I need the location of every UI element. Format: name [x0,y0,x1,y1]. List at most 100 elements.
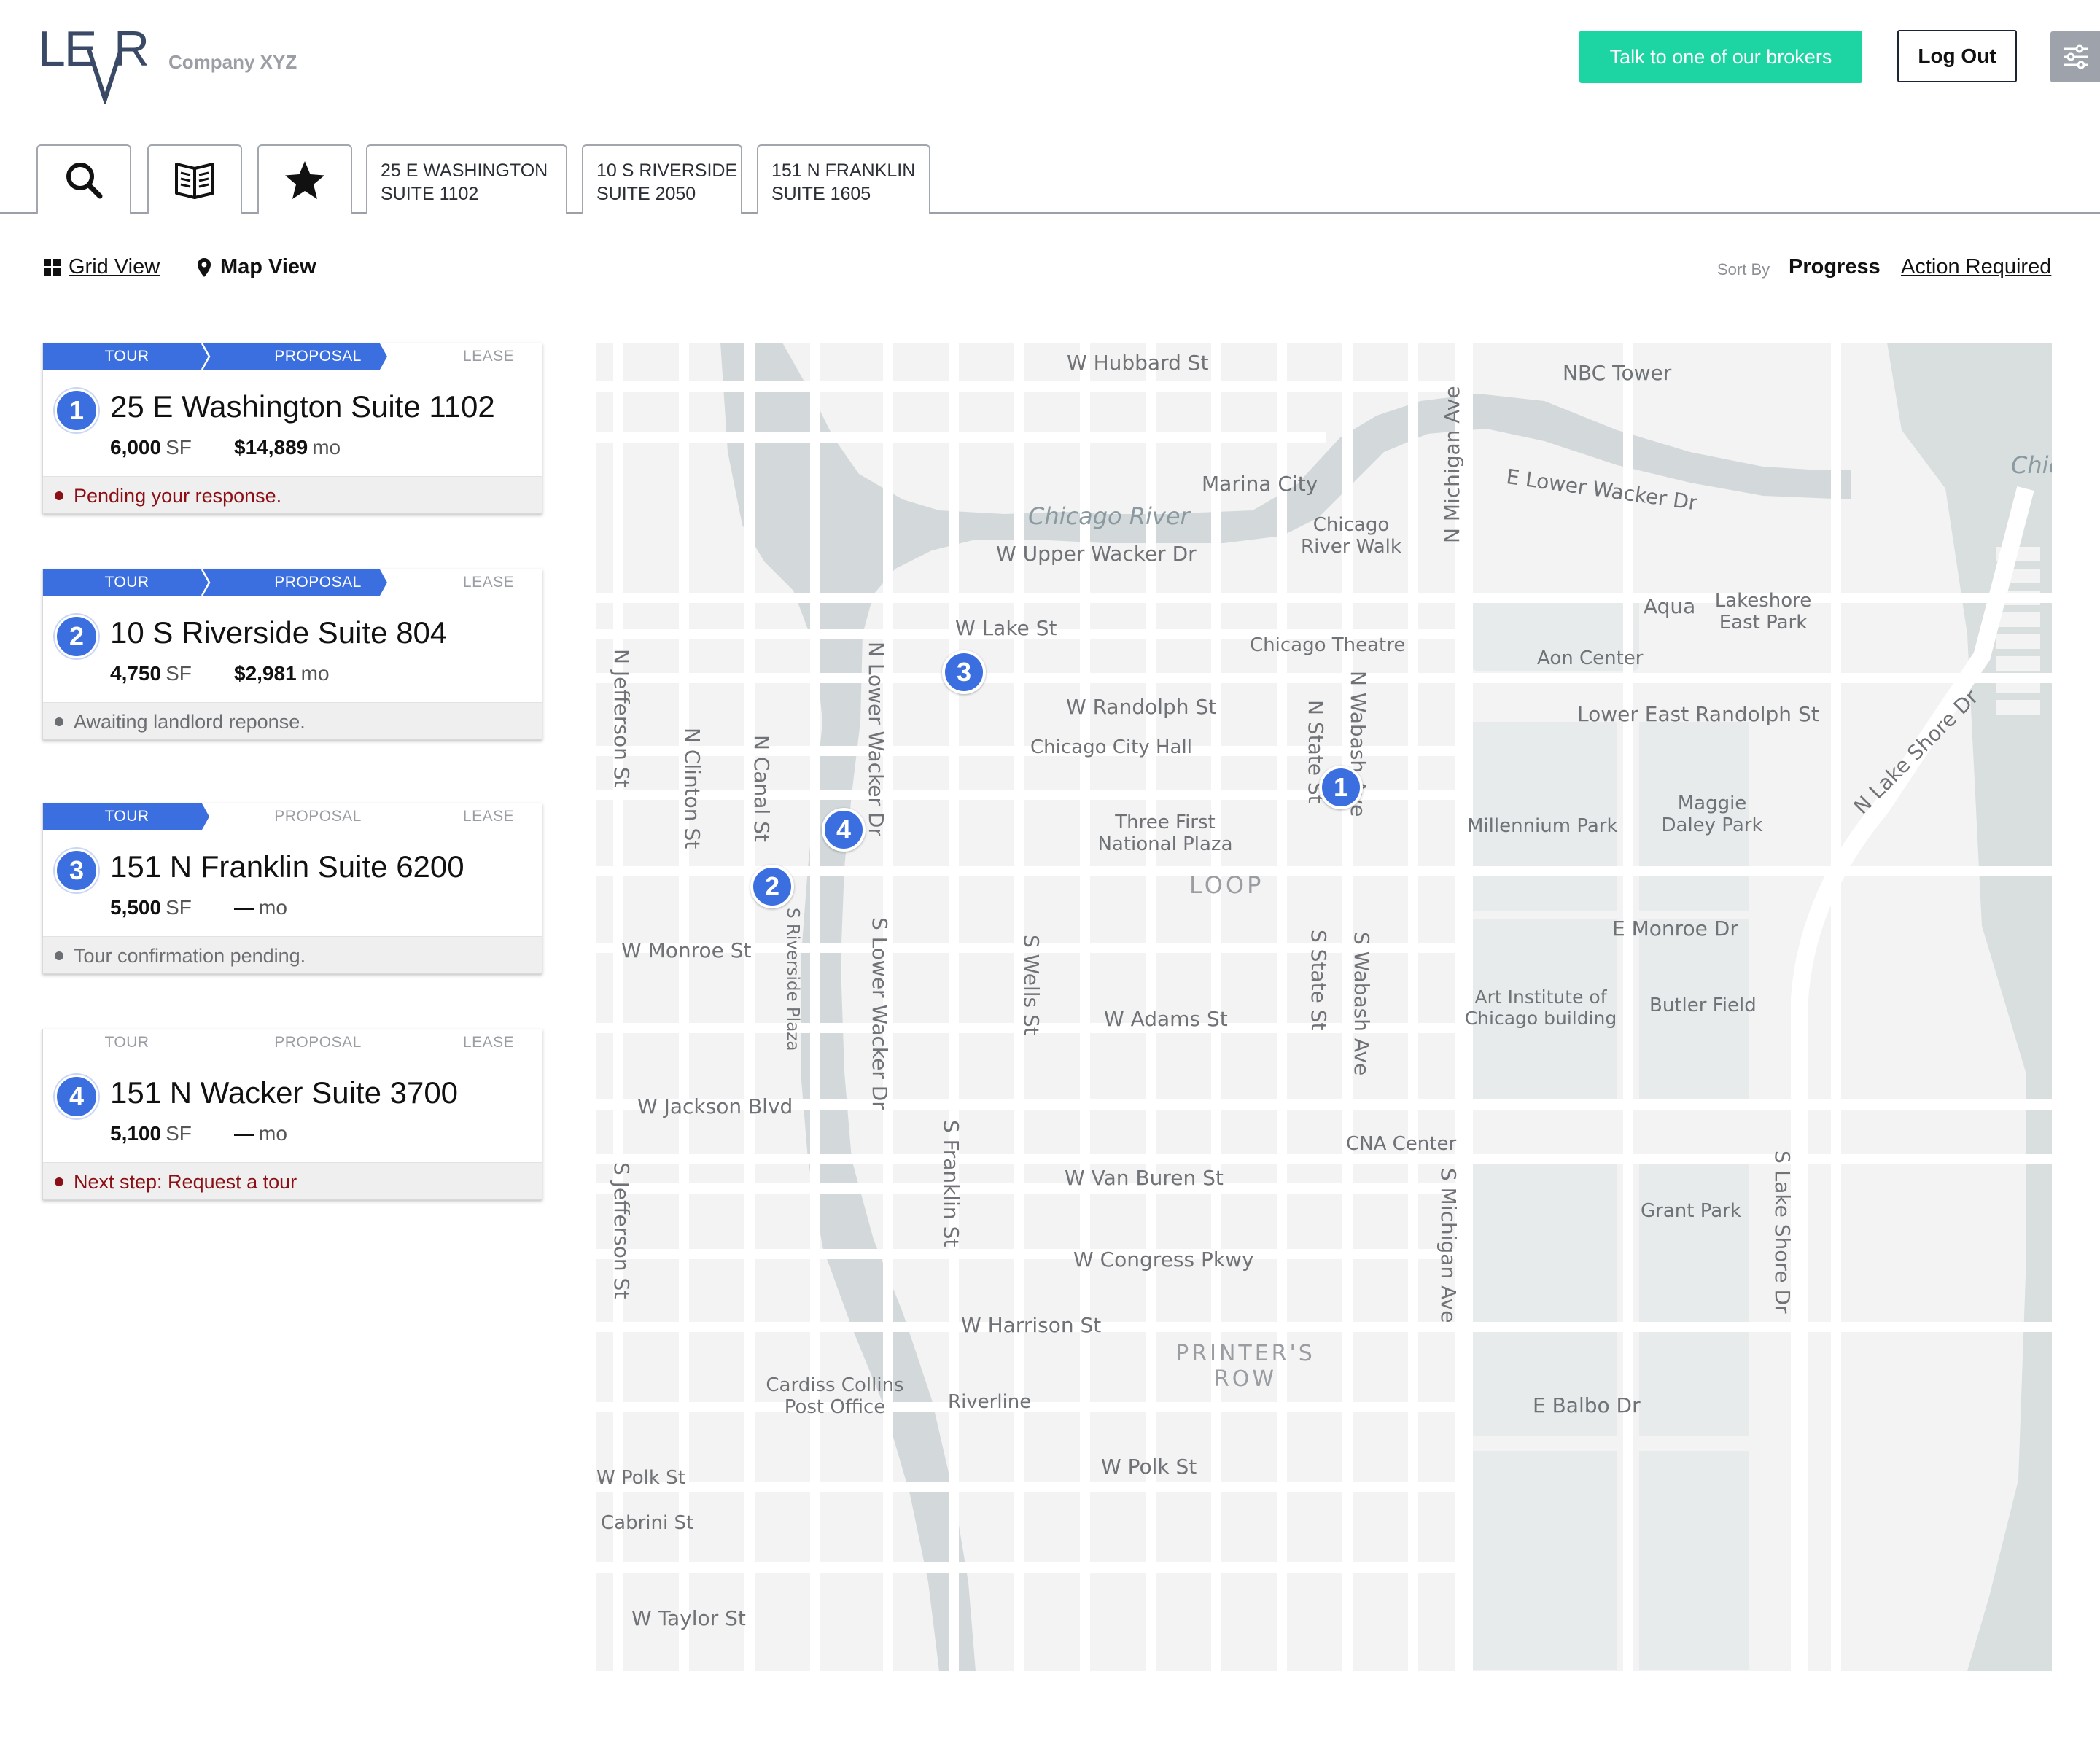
stage-label-proposal: PROPOSAL [274,574,362,591]
map-label: S Michigan Ave [1436,1168,1461,1323]
map-view-label: Map View [220,255,316,279]
tab-property-address: 10 S RIVERSIDE [596,160,738,181]
tab-favorites[interactable] [257,144,352,214]
tab-book[interactable] [147,144,242,214]
book-icon [175,162,214,199]
stage-label-lease: LEASE [462,348,515,365]
sliders-icon [2064,44,2088,69]
grid-view-toggle[interactable]: Grid View [44,255,160,279]
map-label: W Jackson Blvd [637,1094,793,1118]
tab-property-10-s-riverside[interactable]: 10 S RIVERSIDE SUITE 2050 [582,144,742,214]
property-rent-unit: mo [312,436,341,459]
map-view-toggle[interactable]: Map View [197,255,316,279]
search-icon [66,162,103,198]
log-out-button[interactable]: Log Out [1897,30,2017,82]
property-area: 5,100 SF [110,1122,192,1145]
map-label: CNA Center [1346,1133,1457,1155]
map-label: Cardiss Collins Post Office [766,1374,904,1418]
tab-property-suite: SUITE 1102 [381,184,479,204]
tab-property-address: 25 E WASHINGTON [381,160,548,181]
map-label: Butler Field [1649,994,1757,1016]
progress-stepper: TOUR PROPOSAL LEASE [43,1029,542,1056]
stage-label-tour: TOUR [104,348,149,365]
property-status-text: Tour confirmation pending. [74,945,306,967]
property-card[interactable]: TOUR PROPOSAL LEASE 3 151 N Franklin Suite… [42,803,542,974]
map-pin-1[interactable]: 1 [1319,766,1363,809]
property-status-bar: Next step: Request a tour [43,1162,542,1199]
property-status-text: Next step: Request a tour [74,1171,298,1193]
map-label: Three First National Plaza [1097,811,1233,855]
map-label: W Polk St [1101,1455,1197,1479]
map-label: N Lower Wacker Dr [864,642,888,836]
talk-to-broker-button[interactable]: Talk to one of our brokers [1579,31,1862,83]
map-label: S Jefferson St [610,1162,634,1299]
property-status-bar: Pending your response. [43,476,542,513]
company-name: Company XYZ [168,51,298,73]
tab-property-25-e-washington[interactable]: 25 E WASHINGTON SUITE 1102 [366,144,567,214]
property-card[interactable]: TOUR PROPOSAL LEASE 1 25 E Washington Suit… [42,343,542,514]
map[interactable]: W Hubbard St NBC Tower Chic N Michigan A… [596,343,2052,1671]
map-pin-2[interactable]: 2 [750,865,794,908]
map-label: S Wabash Ave [1350,932,1374,1076]
sort-by-label: Sort By [1717,260,1770,279]
property-rent-unit: mo [259,896,287,919]
property-number-badge: 1 [55,389,98,432]
sort-progress-option[interactable]: Progress [1789,255,1881,279]
stage-label-lease: LEASE [462,1034,515,1051]
map-label: Lakeshore East Park [1714,590,1812,634]
map-label: N Jefferson St [610,649,634,788]
stage-label-proposal: PROPOSAL [274,348,362,365]
map-label: W Taylor St [631,1606,746,1630]
property-area-unit: SF [166,1122,192,1145]
map-label: Aqua [1644,594,1696,618]
property-status-bar: Tour confirmation pending. [43,936,542,973]
map-label: S Wells St [1019,935,1043,1035]
property-title: 10 S Riverside Suite 804 [110,615,448,650]
property-status-text: Awaiting landlord reponse. [74,711,306,733]
property-area-unit: SF [166,896,192,919]
map-label: W Randolph St [1066,695,1217,719]
property-rent: $14,889 mo [234,436,341,459]
map-label: W Congress Pkwy [1073,1247,1254,1272]
stage-label-lease: LEASE [462,808,515,825]
map-label: S Riverside Plaza [783,908,802,1051]
map-pin-icon [198,257,211,277]
map-label: Chicago River Walk [1301,514,1401,558]
map-pin-4[interactable]: 4 [822,808,866,852]
levr-logo[interactable]: LE R [38,21,155,106]
map-label: Marina City [1202,472,1318,496]
map-label: W Polk St [596,1467,685,1489]
property-area: 4,750 SF [110,662,192,685]
map-label: Art Institute of Chicago building [1464,986,1617,1029]
property-title: 25 E Washington Suite 1102 [110,389,495,424]
property-status-text: Pending your response. [74,485,282,507]
map-label: E Monroe Dr [1612,916,1738,941]
property-rent: — mo [234,1122,287,1145]
map-label: Lower East Randolph St [1577,702,1819,726]
stage-label-proposal: PROPOSAL [274,1034,362,1051]
map-label: Chicago Theatre [1250,634,1406,656]
stage-label-lease: LEASE [462,574,515,591]
property-card[interactable]: TOUR PROPOSAL LEASE 2 10 S Riverside Suite… [42,569,542,740]
map-label: NBC Tower [1563,361,1672,385]
property-number-badge: 4 [55,1075,98,1118]
map-label: LOOP [1189,871,1264,899]
property-card[interactable]: TOUR PROPOSAL LEASE 4 151 N Wacker Suite 3… [42,1029,542,1200]
property-rent-unit: mo [300,662,330,685]
property-area-value: 6,000 [110,436,162,459]
property-title: 151 N Franklin Suite 6200 [110,849,464,884]
map-label: Riverline [948,1391,1032,1413]
map-label: PRINTER'S ROW [1175,1341,1315,1392]
grid-view-label: Grid View [69,255,160,279]
tab-property-151-n-franklin[interactable]: 151 N FRANKLIN SUITE 1605 [757,144,930,214]
map-label: W Hubbard St [1067,351,1209,375]
progress-stepper: TOUR PROPOSAL LEASE [43,569,542,596]
tab-search[interactable] [36,144,131,214]
map-label: Aon Center [1537,647,1644,669]
sort-action-required-option[interactable]: Action Required [1901,255,2051,279]
map-pin-3[interactable]: 3 [942,650,986,694]
property-area-value: 4,750 [110,662,162,685]
map-label: Millennium Park [1467,815,1618,837]
property-status-bar: Awaiting landlord reponse. [43,702,542,739]
settings-button[interactable] [2050,31,2100,82]
